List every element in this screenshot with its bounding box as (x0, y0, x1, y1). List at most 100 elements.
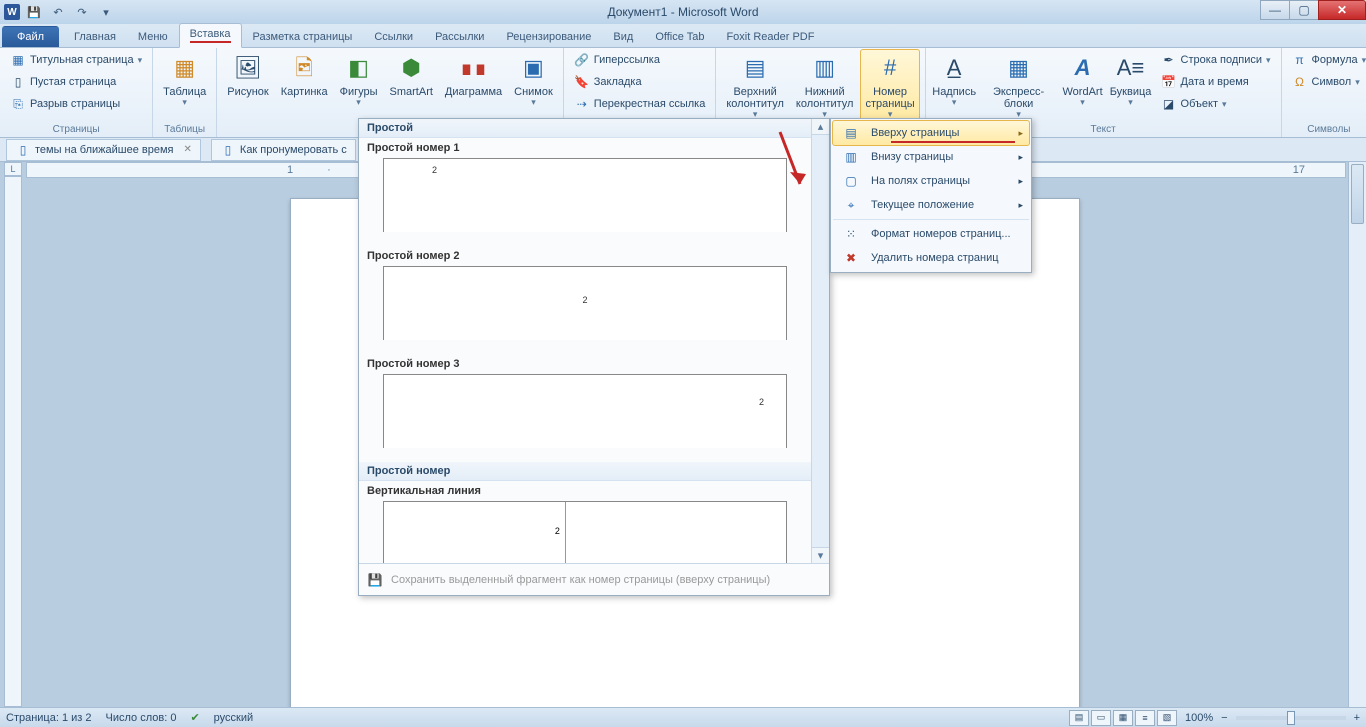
object-button[interactable]: ◪Объект (1157, 94, 1275, 114)
shapes-button[interactable]: ◧Фигуры (336, 50, 382, 110)
qat-customize[interactable]: ▾ (96, 2, 116, 22)
vertical-ruler[interactable] (4, 176, 22, 707)
ruler-corner[interactable]: L (4, 162, 22, 176)
tab-layout[interactable]: Разметка страницы (242, 26, 364, 47)
window-title: Документ1 - Microsoft Word (607, 5, 758, 19)
gallery-item-4[interactable]: 2 (383, 501, 787, 563)
remove-icon: ✖ (843, 250, 859, 266)
tab-insert[interactable]: Вставка (179, 23, 242, 48)
status-bar: Страница: 1 из 2 Число слов: 0 ✔ русский… (0, 707, 1366, 727)
chart-button[interactable]: ∎∎Диаграмма (441, 50, 506, 100)
wordart-button[interactable]: AWordArt (1061, 50, 1105, 110)
smartart-button[interactable]: ⬢SmartArt (386, 50, 437, 100)
close-icon[interactable]: ✕ (184, 144, 192, 155)
view-draft[interactable]: ▧ (1157, 710, 1177, 726)
header-button[interactable]: ▤Верхний колонтитул (722, 50, 788, 122)
format-icon: ⁙ (843, 226, 859, 242)
tab-foxit[interactable]: Foxit Reader PDF (715, 26, 825, 47)
tab-menu[interactable]: Меню (127, 26, 179, 47)
dropcap-button[interactable]: A≡Буквица (1109, 50, 1153, 110)
status-page[interactable]: Страница: 1 из 2 (6, 712, 92, 724)
clipart-button[interactable]: 🖻Картинка (277, 50, 332, 100)
view-web[interactable]: ▦ (1113, 710, 1133, 726)
group-tables-label: Таблицы (159, 122, 210, 137)
page-break-button[interactable]: ⎘Разрыв страницы (6, 94, 146, 114)
symbol-button[interactable]: ΩСимвол (1288, 72, 1366, 92)
doc-tab-2[interactable]: ▯Как пронумеровать с (211, 139, 356, 161)
annotation-underline (891, 141, 1015, 143)
gallery-item-4-label: Вертикальная линия (359, 481, 811, 499)
group-tables: ▦Таблица Таблицы (153, 48, 217, 137)
tab-file[interactable]: Файл (2, 26, 59, 47)
gallery-section-simple: Простой (359, 119, 811, 138)
hyperlink-button[interactable]: 🔗Гиперссылка (570, 50, 710, 70)
screenshot-button[interactable]: ▣Снимок (510, 50, 557, 110)
page-number-button[interactable]: #Номер страницы (861, 50, 918, 122)
crossref-button[interactable]: ⇢Перекрестная ссылка (570, 94, 710, 114)
gallery-save-selection: 💾Сохранить выделенный фрагмент как номер… (359, 563, 829, 595)
status-language[interactable]: русский (214, 712, 253, 724)
blank-page-button[interactable]: ▯Пустая страница (6, 72, 146, 92)
page-number-gallery: Простой Простой номер 1 2 Простой номер … (358, 118, 830, 596)
cover-page-button[interactable]: ▦Титульная страница (6, 50, 146, 70)
tab-review[interactable]: Рецензирование (495, 26, 602, 47)
qat-redo[interactable]: ↷ (72, 2, 92, 22)
zoom-out-button[interactable]: − (1221, 712, 1227, 724)
tab-view[interactable]: Вид (602, 26, 644, 47)
gallery-item-1-label: Простой номер 1 (359, 138, 811, 156)
scrollbar-thumb[interactable] (1351, 164, 1364, 224)
view-outline[interactable]: ≡ (1135, 710, 1155, 726)
footer-button[interactable]: ▥Нижний колонтитул (792, 50, 858, 122)
picture-button[interactable]: 🖼Рисунок (223, 50, 273, 100)
gallery-scrollbar[interactable]: ▴ ▾ (811, 119, 829, 563)
group-pages: ▦Титульная страница ▯Пустая страница ⎘Ра… (0, 48, 153, 137)
submenu-top-of-page[interactable]: ▤ Вверху страницы▸ (833, 121, 1029, 145)
status-word-count[interactable]: Число слов: 0 (106, 712, 177, 724)
submenu-remove-numbers[interactable]: ✖Удалить номера страниц (833, 246, 1029, 270)
tab-officetab[interactable]: Office Tab (644, 26, 715, 47)
gallery-item-3[interactable]: 2 (383, 374, 787, 448)
submenu-page-margins[interactable]: ▢На полях страницы▸ (833, 169, 1029, 193)
maximize-button[interactable]: ▢ (1289, 0, 1319, 20)
submenu-current-position[interactable]: ⌖Текущее положение▸ (833, 193, 1029, 217)
submenu-format-numbers[interactable]: ⁙Формат номеров страниц... (833, 222, 1029, 246)
status-spellcheck-icon[interactable]: ✔ (190, 711, 199, 724)
page-bottom-icon: ▥ (843, 149, 859, 165)
table-button[interactable]: ▦Таблица (159, 50, 210, 110)
vertical-scrollbar[interactable] (1348, 162, 1366, 707)
page-margins-icon: ▢ (843, 173, 859, 189)
signature-line-button[interactable]: ✒Строка подписи (1157, 50, 1275, 70)
close-button[interactable] (1318, 0, 1366, 20)
minimize-button[interactable]: — (1260, 0, 1290, 20)
current-pos-icon: ⌖ (843, 197, 859, 213)
qat-undo[interactable]: ↶ (48, 2, 68, 22)
zoom-slider[interactable] (1236, 716, 1346, 720)
ribbon-tab-strip: Файл Главная Меню Вставка Разметка стран… (0, 24, 1366, 48)
tab-references[interactable]: Ссылки (363, 26, 424, 47)
gallery-item-3-label: Простой номер 3 (359, 354, 811, 372)
gallery-section-simple2: Простой номер (359, 462, 811, 481)
group-symbols: πФормула ΩСимвол Символы (1282, 48, 1366, 137)
submenu-bottom-of-page[interactable]: ▥Внизу страницы▸ (833, 145, 1029, 169)
zoom-level[interactable]: 100% (1185, 712, 1213, 724)
gallery-item-2[interactable]: 2 (383, 266, 787, 340)
tab-home[interactable]: Главная (63, 26, 127, 47)
tab-mailings[interactable]: Рассылки (424, 26, 495, 47)
scroll-up-icon[interactable]: ▴ (812, 119, 829, 135)
datetime-button[interactable]: 📅Дата и время (1157, 72, 1275, 92)
app-icon: W (4, 4, 20, 20)
group-pages-label: Страницы (6, 122, 146, 137)
equation-button[interactable]: πФормула (1288, 50, 1366, 70)
quickparts-button[interactable]: ▦Экспресс-блоки (981, 50, 1057, 122)
textbox-button[interactable]: A̲Надпись (932, 50, 977, 110)
scroll-down-icon[interactable]: ▾ (812, 547, 829, 563)
view-fullscreen[interactable]: ▭ (1091, 710, 1111, 726)
bookmark-button[interactable]: 🔖Закладка (570, 72, 710, 92)
group-symbols-label: Символы (1288, 122, 1366, 137)
title-bar: W 💾 ↶ ↷ ▾ Документ1 - Microsoft Word — ▢ (0, 0, 1366, 24)
view-print-layout[interactable]: ▤ (1069, 710, 1089, 726)
qat-save[interactable]: 💾 (24, 2, 44, 22)
gallery-item-1[interactable]: 2 (383, 158, 787, 232)
doc-tab-1[interactable]: ▯темы на ближайшее время✕ (6, 139, 201, 161)
zoom-in-button[interactable]: + (1354, 712, 1360, 724)
